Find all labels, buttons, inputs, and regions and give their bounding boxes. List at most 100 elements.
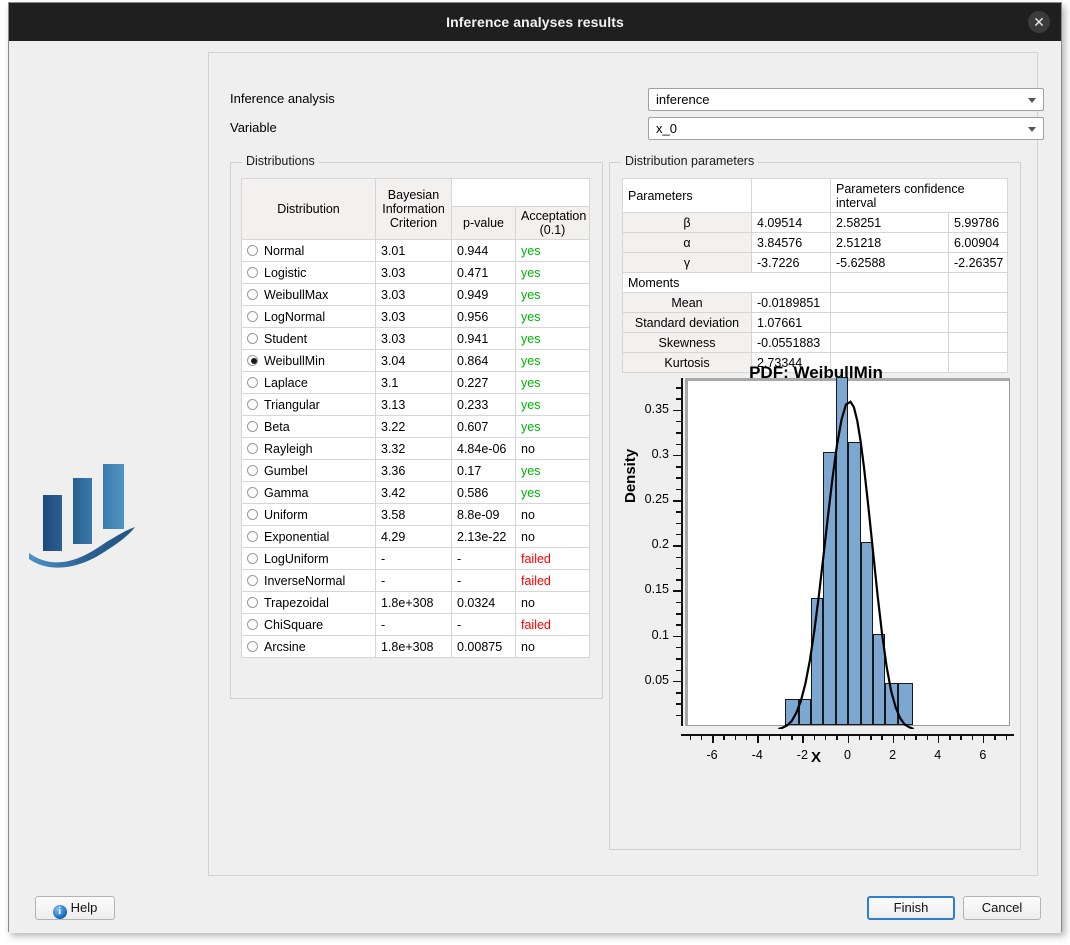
distributions-table[interactable]: Distribution Bayesian Information Criter… [241,178,590,658]
radio-loguniform[interactable] [247,553,258,564]
finish-button[interactable]: Finish [867,896,955,920]
close-icon[interactable]: ✕ [1028,11,1050,33]
bic-cell: 3.22 [376,416,452,438]
y-axis-minor-tick [676,421,681,423]
table-row[interactable]: Exponential4.292.13e-22no [242,526,590,548]
table-row[interactable]: Logistic3.030.471yes [242,262,590,284]
y-axis-minor-tick [676,477,681,479]
distribution-cell[interactable]: Logistic [242,262,376,284]
table-row[interactable]: Triangular3.130.233yes [242,394,590,416]
table-row[interactable]: Gamma3.420.586yes [242,482,590,504]
distribution-name: Beta [264,420,290,434]
distribution-cell[interactable]: Trapezoidal [242,592,376,614]
radio-inversenormal[interactable] [247,575,258,586]
distribution-cell[interactable]: InverseNormal [242,570,376,592]
distribution-cell[interactable]: Gumbel [242,460,376,482]
table-row[interactable]: WeibullMax3.030.949yes [242,284,590,306]
table-row[interactable]: InverseNormal--failed [242,570,590,592]
table-row[interactable]: WeibullMin3.040.864yes [242,350,590,372]
table-row[interactable]: LogNormal3.030.956yes [242,306,590,328]
radio-weibullmax[interactable] [247,289,258,300]
y-axis-minor-tick [676,534,681,536]
table-row[interactable]: Trapezoidal1.8e+3080.0324no [242,592,590,614]
radio-normal[interactable] [247,245,258,256]
param-value: 3.84576 [752,233,831,253]
table-row[interactable]: Gumbel3.360.17yes [242,460,590,482]
pvalue-cell: 0.586 [452,482,516,504]
table-row[interactable]: Student3.030.941yes [242,328,590,350]
distribution-cell[interactable]: LogUniform [242,548,376,570]
distribution-cell[interactable]: Arcsine [242,636,376,658]
x-axis-minor-tick [735,734,737,740]
moment-name: Standard deviation [623,313,752,333]
bic-cell: 3.13 [376,394,452,416]
radio-beta[interactable] [247,421,258,432]
radio-logistic[interactable] [247,267,258,278]
radio-uniform[interactable] [247,509,258,520]
radio-triangular[interactable] [247,399,258,410]
finish-button-label: Finish [894,900,929,915]
radio-student[interactable] [247,333,258,344]
x-axis-minor-tick [949,734,951,740]
table-row[interactable]: ChiSquare--failed [242,614,590,636]
param-value: -3.7226 [752,253,831,273]
distributions-table-body[interactable]: Normal3.010.944yesLogistic3.030.471yesWe… [242,240,590,658]
acceptation-cell: yes [516,328,590,350]
cancel-button[interactable]: Cancel [963,896,1041,920]
pvalue-cell: 0.941 [452,328,516,350]
distribution-cell[interactable]: Normal [242,240,376,262]
table-row[interactable]: Beta3.220.607yes [242,416,590,438]
distribution-cell[interactable]: Rayleigh [242,438,376,460]
radio-arcsine[interactable] [247,641,258,652]
x-axis-minor-tick [960,734,962,740]
param-ci-low: 2.58251 [831,213,949,233]
window-title: Inference analyses results [9,3,1061,41]
x-axis-minor-tick [915,734,917,740]
bic-cell: 3.03 [376,328,452,350]
distribution-cell[interactable]: LogNormal [242,306,376,328]
x-axis-minor-tick [994,734,996,740]
distribution-cell[interactable]: Student [242,328,376,350]
y-axis-minor-tick [676,387,681,389]
param-name: β [623,213,752,233]
radio-weibullmin[interactable] [247,355,258,366]
radio-chisquare[interactable] [247,619,258,630]
radio-lognormal[interactable] [247,311,258,322]
acceptation-cell: yes [516,394,590,416]
acceptation-cell: no [516,526,590,548]
table-row[interactable]: LogUniform--failed [242,548,590,570]
distribution-cell[interactable]: Laplace [242,372,376,394]
distribution-cell[interactable]: Beta [242,416,376,438]
variable-select[interactable]: x_0 [648,117,1044,140]
distribution-cell[interactable]: Exponential [242,526,376,548]
moment-blank-2 [949,313,1008,333]
radio-trapezoidal[interactable] [247,597,258,608]
table-row[interactable]: Rayleigh3.324.84e-06no [242,438,590,460]
radio-rayleigh[interactable] [247,443,258,454]
table-row[interactable]: Uniform3.588.8e-09no [242,504,590,526]
distribution-cell[interactable]: WeibullMax [242,284,376,306]
distribution-cell[interactable]: Triangular [242,394,376,416]
table-row: β 4.09514 2.58251 5.99786 [623,213,1008,233]
pvalue-cell: 8.8e-09 [452,504,516,526]
inference-analysis-select[interactable]: inference [648,88,1044,111]
distribution-name: ChiSquare [264,618,323,632]
distribution-cell[interactable]: WeibullMin [242,350,376,372]
acceptation-cell: yes [516,460,590,482]
radio-laplace[interactable] [247,377,258,388]
y-axis-major-tick [673,681,681,683]
distribution-cell[interactable]: ChiSquare [242,614,376,636]
table-row[interactable]: Arcsine1.8e+3080.00875no [242,636,590,658]
variable-label: Variable [230,117,277,139]
x-axis-minor-tick [791,734,793,740]
table-row[interactable]: Normal3.010.944yes [242,240,590,262]
parameters-header-row: Parameters Parameters confidence interva… [623,179,1008,213]
radio-gamma[interactable] [247,487,258,498]
x-axis-minor-tick [814,734,816,740]
radio-exponential[interactable] [247,531,258,542]
distribution-cell[interactable]: Uniform [242,504,376,526]
table-row[interactable]: Laplace3.10.227yes [242,372,590,394]
radio-gumbel[interactable] [247,465,258,476]
help-button[interactable]: iHelp [35,896,115,920]
distribution-cell[interactable]: Gamma [242,482,376,504]
